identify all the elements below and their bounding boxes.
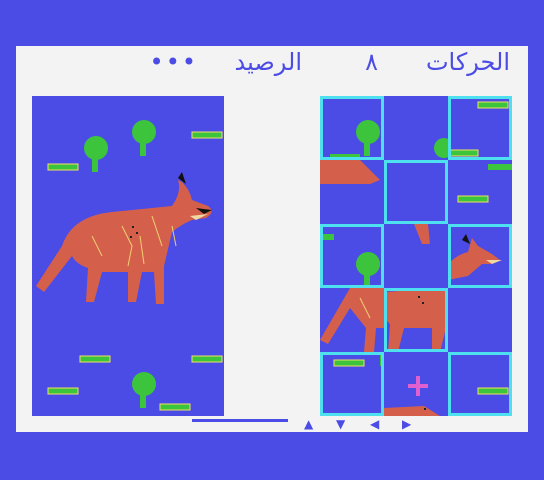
puzzle-tile[interactable] (320, 352, 384, 416)
reference-image (32, 96, 224, 416)
puzzle-tile[interactable] (384, 96, 448, 160)
puzzle-tile[interactable] (448, 352, 512, 416)
moves-label: الحركات (425, 48, 510, 76)
puzzle-tile[interactable] (320, 288, 384, 352)
up-arrow-icon[interactable]: ▲ (304, 418, 313, 430)
left-arrow-icon[interactable]: ◀ (370, 418, 379, 430)
puzzle-tile[interactable] (384, 224, 448, 288)
right-arrow-icon[interactable]: ▶ (402, 418, 411, 430)
puzzle-tile[interactable] (384, 288, 448, 352)
puzzle-tile[interactable] (448, 160, 512, 224)
puzzle-tile[interactable] (320, 160, 384, 224)
puzzle-tile[interactable] (320, 96, 384, 160)
scroll-indicator[interactable] (192, 419, 288, 422)
puzzle-tile[interactable] (448, 224, 512, 288)
moves-counter: ٨ (365, 48, 378, 76)
puzzle-tile[interactable] (448, 288, 512, 352)
status-bar: الحركات ٨ الرصيد ••• (16, 46, 528, 90)
score-label: الرصيد (234, 48, 302, 76)
down-arrow-icon[interactable]: ▼ (336, 418, 345, 430)
plus-cursor-icon (408, 376, 428, 396)
empty-slot[interactable] (384, 160, 448, 224)
puzzle-tile[interactable] (448, 96, 512, 160)
puzzle-tile[interactable] (320, 224, 384, 288)
fox-scene-image (36, 120, 223, 411)
score-value: ••• (149, 48, 198, 76)
puzzle-board[interactable] (320, 96, 512, 416)
